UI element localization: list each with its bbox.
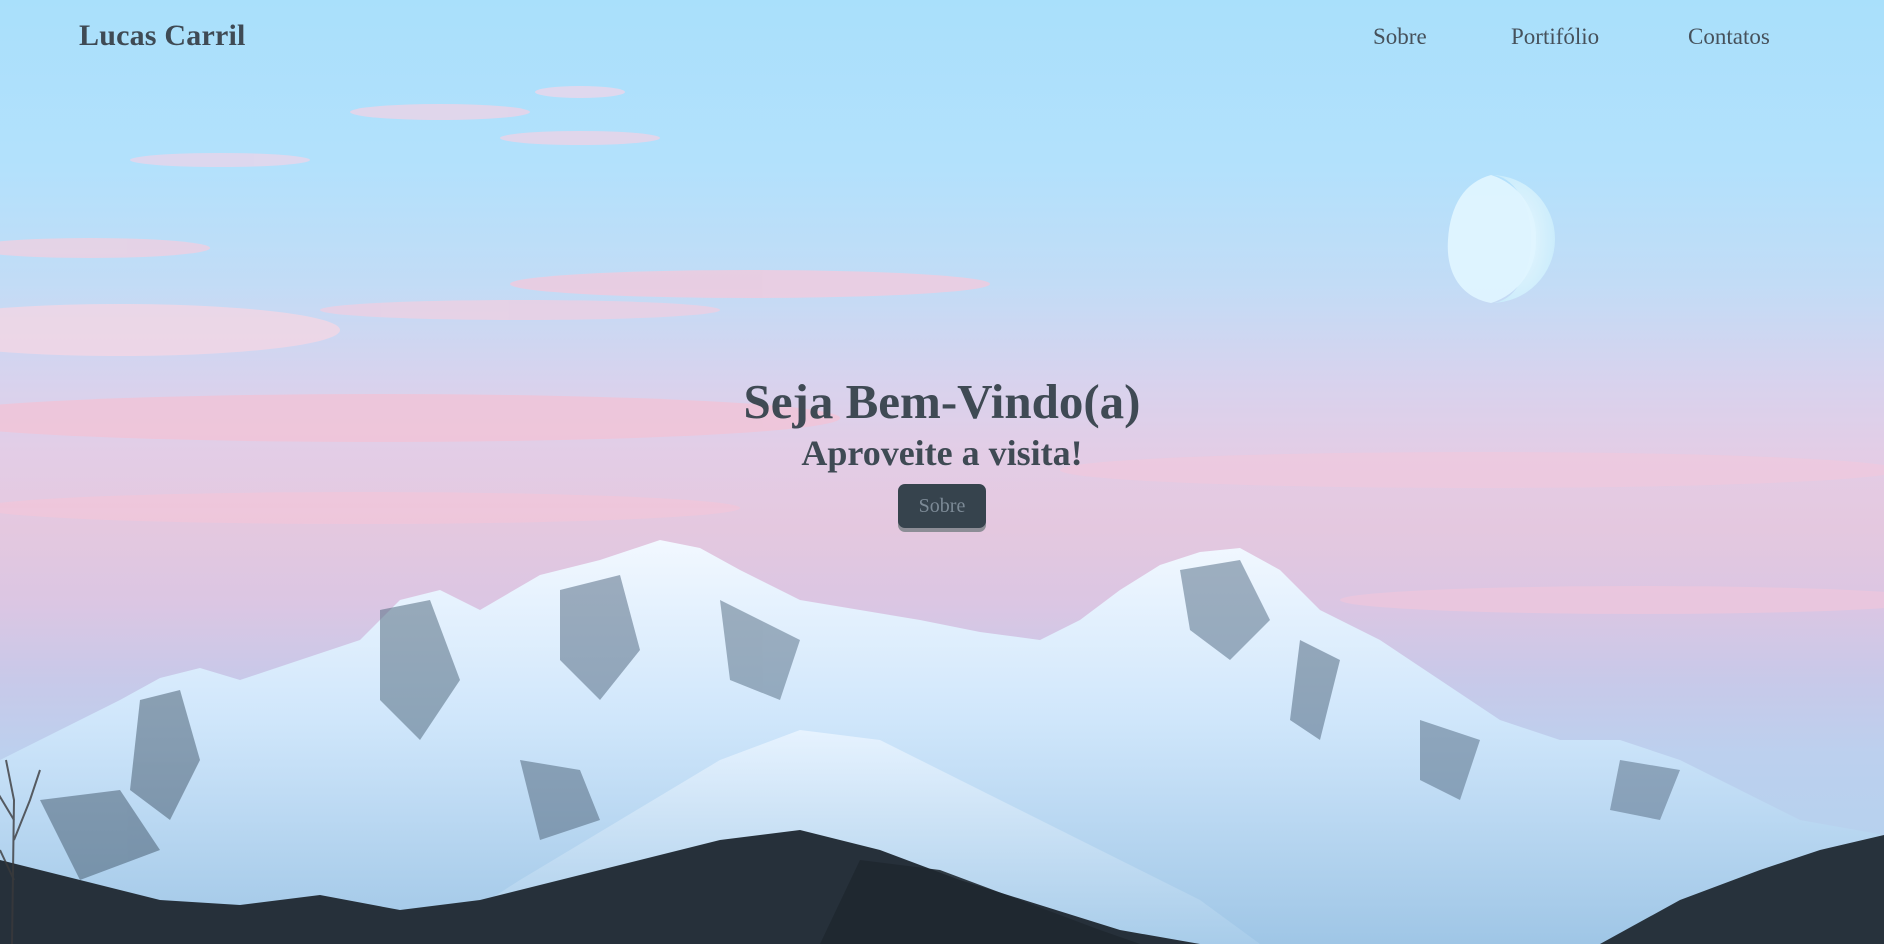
hero-title: Seja Bem-Vindo(a) <box>743 374 1141 429</box>
nav-link-sobre[interactable]: Sobre <box>1373 24 1427 50</box>
cloud-streaks <box>0 86 1884 614</box>
nav-link-portfolio[interactable]: Portifólio <box>1511 24 1599 50</box>
sobre-button[interactable]: Sobre <box>898 484 986 528</box>
site-logo-text[interactable]: Lucas Carril <box>79 19 246 53</box>
hero-subtitle: Aproveite a visita! <box>801 433 1083 473</box>
hero-content: Seja Bem-Vindo(a) Aproveite a visita! So… <box>0 372 1884 528</box>
nav-link-contatos[interactable]: Contatos <box>1688 24 1770 50</box>
moon-icon <box>1447 175 1555 303</box>
top-navigation-bar: Lucas Carril Sobre Portifólio Contatos <box>0 0 1884 80</box>
